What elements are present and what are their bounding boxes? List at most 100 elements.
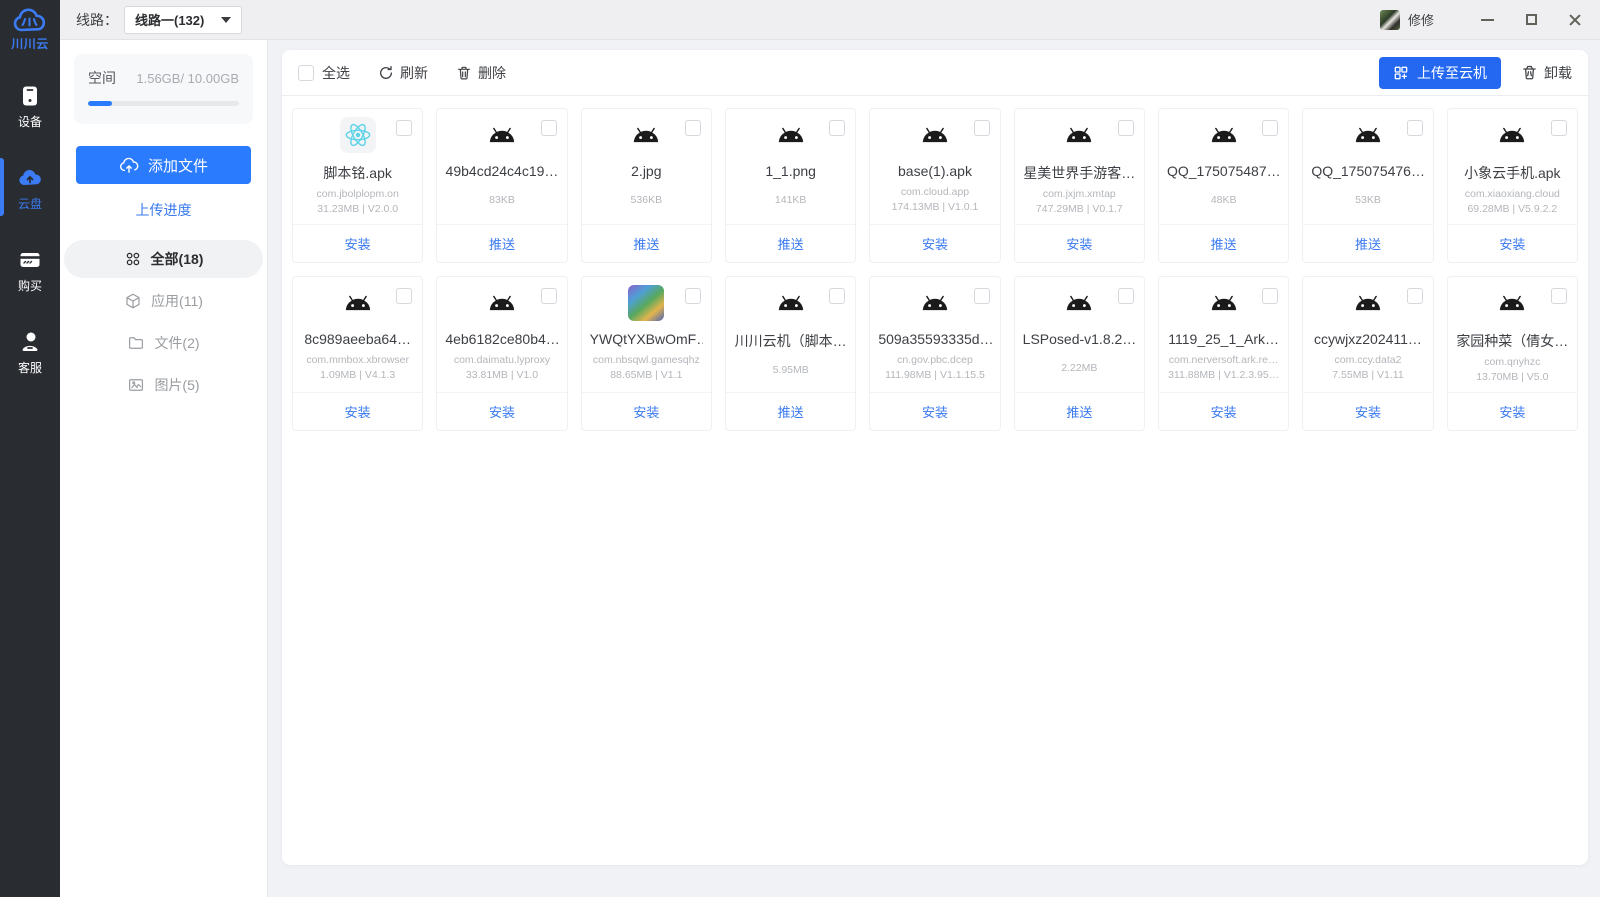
select-all-checkbox[interactable] [298, 65, 314, 81]
file-card: 509a35593335d… cn.gov.pbc.dcep 111.98MB … [869, 276, 1000, 431]
upload-to-machine-label: 上传至云机 [1417, 63, 1487, 83]
install-button[interactable]: 安装 [1159, 392, 1288, 430]
category-all[interactable]: 全部(18) [64, 240, 263, 278]
file-checkbox[interactable] [1407, 288, 1423, 304]
file-checkbox[interactable] [1118, 120, 1134, 136]
install-button[interactable]: 安装 [293, 392, 422, 430]
close-button[interactable] [1560, 7, 1590, 33]
file-checkbox[interactable] [974, 288, 990, 304]
file-card: 2.jpg 536KB 推送 [581, 108, 712, 263]
file-name: base(1).apk [878, 163, 991, 179]
sidebar-item-support[interactable]: 客服 [0, 326, 60, 380]
uninstall-button[interactable]: 卸载 [1521, 63, 1572, 83]
file-checkbox[interactable] [396, 288, 412, 304]
file-checkbox[interactable] [541, 288, 557, 304]
file-card: 49b4cd24c4c19… 83KB 推送 [436, 108, 567, 263]
file-checkbox[interactable] [829, 120, 845, 136]
file-name: 4eb6182ce80b4… [445, 331, 558, 347]
file-size-version: 1.09MB | V4.1.3 [301, 369, 414, 381]
android-icon [1060, 286, 1098, 320]
cloud-disk-icon [18, 166, 42, 190]
file-checkbox[interactable] [685, 288, 701, 304]
android-icon [1493, 286, 1531, 320]
android-icon [1060, 118, 1098, 152]
add-file-button[interactable]: 添加文件 [76, 146, 251, 184]
file-package: com.nbsqwl.gamesqhz [590, 354, 703, 366]
android-icon [339, 286, 377, 320]
sidebar-item-label: 云盘 [18, 195, 42, 212]
file-checkbox[interactable] [1551, 120, 1567, 136]
install-button[interactable]: 安装 [1015, 224, 1144, 262]
file-checkbox[interactable] [396, 120, 412, 136]
active-indicator [0, 158, 4, 216]
line-select-dropdown[interactable]: 线路一(132) [124, 6, 242, 34]
install-button[interactable]: 安装 [870, 392, 999, 430]
file-package: com.cloud.app [878, 186, 991, 198]
space-progress-bar [88, 101, 239, 106]
topbar: 线路： 线路一(132) 修修 [60, 0, 1600, 40]
cloud-upload-icon [119, 155, 139, 175]
upload-progress-link[interactable]: 上传进度 [60, 200, 267, 220]
file-size-version: 53KB [1311, 194, 1424, 206]
install-button[interactable]: 安装 [437, 392, 566, 430]
push-button[interactable]: 推送 [726, 392, 855, 430]
line-label: 线路： [76, 10, 118, 30]
install-button[interactable]: 安装 [1448, 224, 1577, 262]
upload-to-cloud-machine-button[interactable]: 上传至云机 [1379, 57, 1501, 89]
credit-card-icon [18, 248, 42, 272]
android-icon [916, 286, 954, 320]
category-files[interactable]: 文件(2) [64, 324, 263, 362]
user-avatar[interactable] [1380, 10, 1400, 30]
file-package: com.jbolplopm.on [301, 188, 414, 200]
file-checkbox[interactable] [1262, 288, 1278, 304]
add-file-label: 添加文件 [148, 155, 208, 176]
refresh-button[interactable]: 刷新 [378, 63, 428, 83]
category-label: 图片(5) [154, 375, 199, 395]
cloud-disk-panel: 空间 1.56GB/ 10.00GB 添加文件 上传进度 [60, 40, 268, 897]
push-button[interactable]: 推送 [1015, 392, 1144, 430]
file-name: 脚本铭.apk [301, 163, 414, 183]
minimize-button[interactable] [1472, 7, 1502, 33]
file-checkbox[interactable] [541, 120, 557, 136]
file-name: ccywjxz202411… [1311, 331, 1424, 347]
push-button[interactable]: 推送 [437, 224, 566, 262]
install-button[interactable]: 安装 [1303, 392, 1432, 430]
push-button[interactable]: 推送 [582, 224, 711, 262]
minimize-icon [1481, 19, 1494, 21]
sidebar-item-devices[interactable]: 设备 [0, 80, 60, 134]
android-icon [627, 118, 665, 152]
file-package: com.mmbox.xbrowser [301, 354, 414, 366]
select-all-label: 全选 [322, 63, 350, 83]
install-button[interactable]: 安装 [293, 224, 422, 262]
android-icon [1205, 286, 1243, 320]
sidebar-item-purchase[interactable]: 购买 [0, 244, 60, 298]
push-button[interactable]: 推送 [1303, 224, 1432, 262]
file-checkbox[interactable] [685, 120, 701, 136]
install-button[interactable]: 安装 [582, 392, 711, 430]
app-logo: 川川云 [11, 8, 49, 52]
install-button[interactable]: 安装 [870, 224, 999, 262]
file-checkbox[interactable] [1118, 288, 1134, 304]
category-apps[interactable]: 应用(11) [64, 282, 263, 320]
file-name: 509a35593335d… [878, 331, 991, 347]
push-button[interactable]: 推送 [1159, 224, 1288, 262]
file-name: QQ_175075476… [1311, 163, 1424, 179]
file-checkbox[interactable] [1407, 120, 1423, 136]
file-size-version: 5.95MB [734, 364, 847, 376]
file-checkbox[interactable] [829, 288, 845, 304]
customer-service-icon [18, 330, 42, 354]
file-checkbox[interactable] [1262, 120, 1278, 136]
android-icon [772, 118, 810, 152]
delete-button[interactable]: 删除 [456, 63, 506, 83]
push-button[interactable]: 推送 [726, 224, 855, 262]
device-icon [18, 84, 42, 108]
sidebar-item-cloud-disk[interactable]: 云盘 [0, 162, 60, 216]
upload-to-machine-icon [1393, 65, 1409, 81]
category-images[interactable]: 图片(5) [64, 366, 263, 404]
file-checkbox[interactable] [974, 120, 990, 136]
install-button[interactable]: 安装 [1448, 392, 1577, 430]
file-size-version: 141KB [734, 194, 847, 206]
maximize-button[interactable] [1516, 7, 1546, 33]
file-checkbox[interactable] [1551, 288, 1567, 304]
android-icon [1349, 286, 1387, 320]
